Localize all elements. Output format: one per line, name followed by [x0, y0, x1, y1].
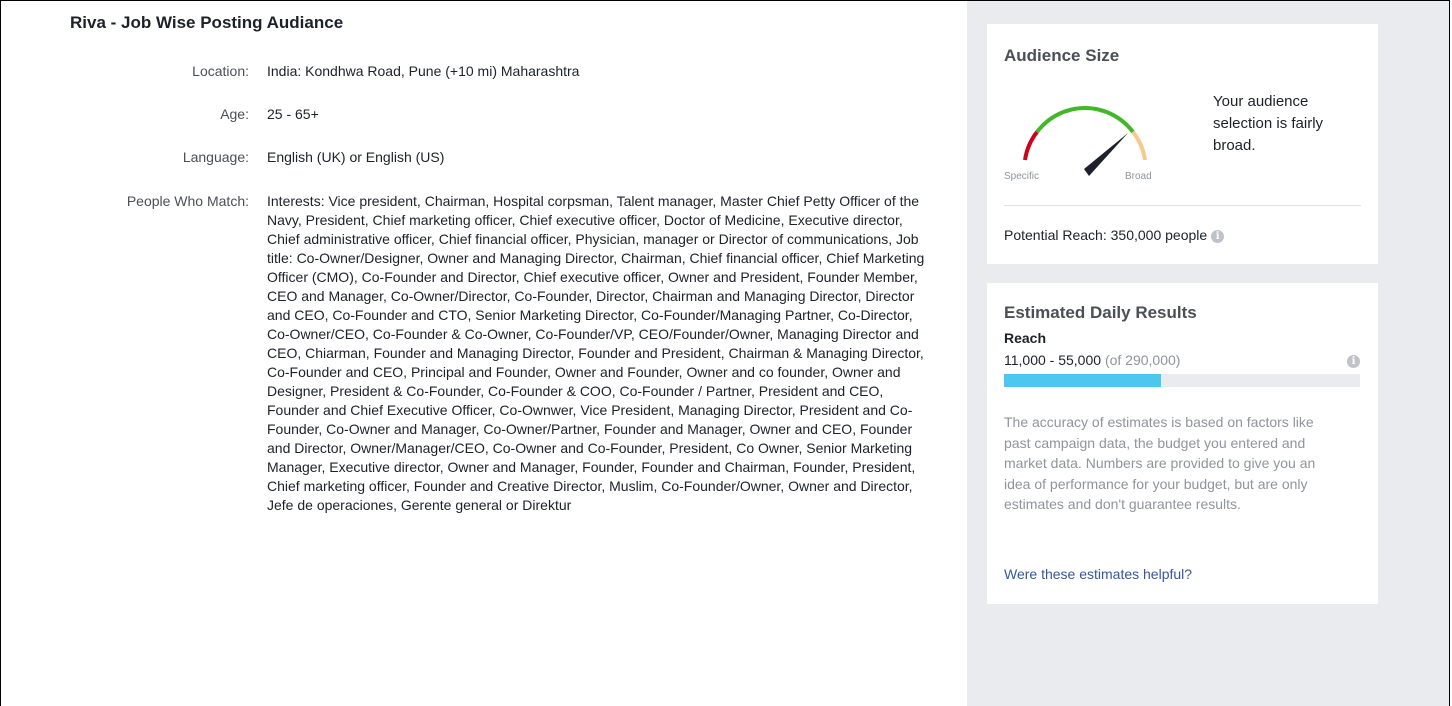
audience-size-heading: Audience Size — [1004, 46, 1120, 65]
audience-size-description: Your audience selection is fairly broad. — [1213, 93, 1324, 154]
gauge-needle — [1084, 133, 1128, 176]
gauge-segment-specific — [1023, 130, 1039, 161]
card-divider — [1004, 205, 1361, 206]
gauge-left-label: Specific — [1004, 171, 1039, 182]
people-who-match-value: Interests: Vice president, Chairman, Hos… — [267, 193, 925, 513]
reach-progress-bar — [1004, 374, 1360, 387]
reach-range-total: (of 290,000) — [1104, 352, 1181, 368]
gauge-segment-broad — [1131, 130, 1147, 161]
audience-title: Riva - Job Wise Posting Audiance — [70, 13, 344, 32]
audience-size-card: Audience Size Specific Broad Your audien… — [987, 24, 1378, 264]
reach-range-value: 11,000 - 55,000 — [1004, 352, 1102, 368]
age-value: 25 - 65+ — [267, 106, 319, 122]
info-icon[interactable]: i — [1211, 229, 1225, 243]
language-label: Language: — [182, 149, 249, 165]
location-value: India: Kondhwa Road, Pune (+10 mi) Mahar… — [267, 63, 580, 79]
audience-gauge: Specific Broad — [1004, 106, 1151, 182]
estimates-helpful-link[interactable]: Were these estimates helpful? — [1004, 566, 1192, 582]
language-value: English (UK) or English (US) — [267, 149, 445, 165]
gauge-right-label: Broad — [1125, 171, 1151, 182]
location-label: Location: — [192, 63, 249, 79]
estimated-daily-results-card: Estimated Daily Results Reach 11,000 - 5… — [987, 283, 1378, 604]
potential-reach-text: Potential Reach: 350,000 people — [1004, 227, 1208, 243]
info-icon[interactable]: i — [1347, 355, 1360, 368]
age-label: Age: — [220, 106, 249, 122]
gauge-segment-middle — [1035, 106, 1135, 134]
people-who-match-label: People Who Match: — [126, 193, 249, 209]
estimates-disclaimer: The accuracy of estimates is based on fa… — [1004, 414, 1316, 512]
reach-range: 11,000 - 55,000 (of 290,000) — [1004, 352, 1180, 368]
reach-label: Reach — [1004, 330, 1047, 346]
potential-reach: Potential Reach: 350,000 people i — [1004, 227, 1225, 243]
daily-results-heading: Estimated Daily Results — [1004, 303, 1197, 322]
reach-progress-fill — [1004, 374, 1161, 387]
